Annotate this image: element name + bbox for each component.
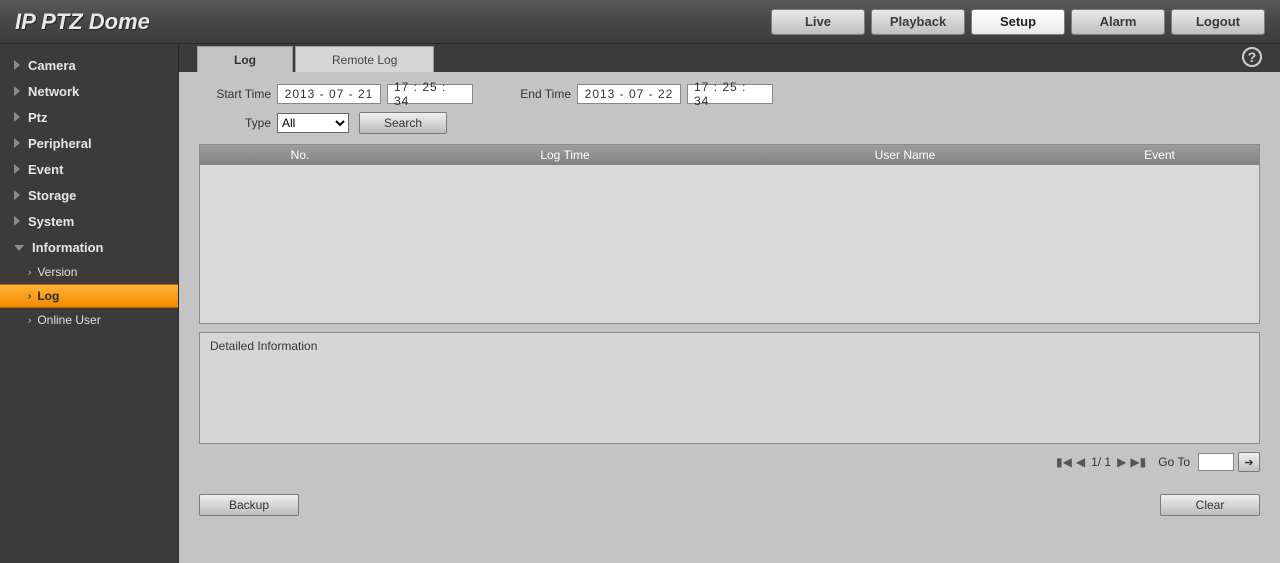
sidebar-sub-version[interactable]: › Version (0, 260, 178, 284)
tab-remote-log[interactable]: Remote Log (295, 46, 434, 72)
detail-title: Detailed Information (210, 339, 317, 353)
chevron-right-icon: › (28, 315, 31, 326)
sidebar-item-label: Information (32, 240, 104, 255)
sidebar: Camera Network Ptz Peripheral Event Stor… (0, 44, 178, 563)
pager-prev-icon[interactable]: ◀ (1076, 455, 1085, 469)
start-time-label: Start Time (199, 87, 271, 101)
chevron-right-icon (14, 112, 20, 122)
sidebar-item-event[interactable]: Event (0, 156, 178, 182)
search-button[interactable]: Search (359, 112, 447, 134)
sidebar-item-label: System (28, 214, 74, 229)
end-time-input[interactable]: 17 : 25 : 34 (687, 84, 773, 104)
col-header-log-time: Log Time (400, 148, 730, 162)
chevron-right-icon (14, 60, 20, 70)
sidebar-item-peripheral[interactable]: Peripheral (0, 130, 178, 156)
type-label: Type (199, 116, 271, 130)
sidebar-sub-log[interactable]: › Log (0, 284, 178, 308)
sidebar-item-label: Ptz (28, 110, 48, 125)
start-time-input[interactable]: 17 : 25 : 34 (387, 84, 473, 104)
pager-next-icon[interactable]: ▶ (1117, 455, 1126, 469)
nav-live[interactable]: Live (771, 9, 865, 35)
sidebar-item-label: Storage (28, 188, 76, 203)
sidebar-sub-label: Log (37, 289, 59, 303)
sidebar-item-system[interactable]: System (0, 208, 178, 234)
chevron-right-icon (14, 86, 20, 96)
table-body[interactable] (200, 165, 1259, 323)
table-header: No. Log Time User Name Event (200, 145, 1259, 165)
sidebar-item-camera[interactable]: Camera (0, 52, 178, 78)
sidebar-item-network[interactable]: Network (0, 78, 178, 104)
pager: ▮◀ ◀ 1/ 1 ▶ ▶▮ Go To ➔ (199, 452, 1260, 472)
chevron-right-icon (14, 216, 20, 226)
clear-button[interactable]: Clear (1160, 494, 1260, 516)
sidebar-item-label: Network (28, 84, 79, 99)
top-nav: Live Playback Setup Alarm Logout (771, 9, 1265, 35)
sidebar-sub-label: Version (37, 265, 77, 279)
pager-first-icon[interactable]: ▮◀ (1056, 455, 1072, 469)
sidebar-item-storage[interactable]: Storage (0, 182, 178, 208)
backup-button[interactable]: Backup (199, 494, 299, 516)
sidebar-item-label: Event (28, 162, 63, 177)
content-area: Log Remote Log ? Start Time 2013 - 07 - … (178, 44, 1280, 563)
sidebar-item-ptz[interactable]: Ptz (0, 104, 178, 130)
brand-title: IP PTZ Dome (15, 9, 771, 35)
sidebar-item-label: Peripheral (28, 136, 92, 151)
col-header-event: Event (1080, 148, 1259, 162)
chevron-down-icon (14, 245, 24, 251)
type-select[interactable]: All (277, 113, 349, 133)
arrow-right-icon: ➔ (1244, 456, 1253, 469)
col-header-user-name: User Name (730, 148, 1080, 162)
nav-setup[interactable]: Setup (971, 9, 1065, 35)
pager-count: 1/ 1 (1091, 455, 1111, 469)
help-icon[interactable]: ? (1242, 47, 1262, 67)
start-date-input[interactable]: 2013 - 07 - 21 (277, 84, 381, 104)
chevron-right-icon (14, 164, 20, 174)
chevron-right-icon: › (28, 291, 31, 302)
nav-alarm[interactable]: Alarm (1071, 9, 1165, 35)
end-date-input[interactable]: 2013 - 07 - 22 (577, 84, 681, 104)
filter-section: Start Time 2013 - 07 - 21 17 : 25 : 34 E… (199, 84, 1260, 134)
chevron-right-icon (14, 138, 20, 148)
header-bar: IP PTZ Dome Live Playback Setup Alarm Lo… (0, 0, 1280, 44)
tab-log[interactable]: Log (197, 46, 293, 72)
chevron-right-icon: › (28, 267, 31, 278)
tab-strip: Log Remote Log ? (179, 44, 1280, 72)
end-time-label: End Time (515, 87, 571, 101)
sidebar-sub-label: Online User (37, 313, 100, 327)
chevron-right-icon (14, 190, 20, 200)
log-table: No. Log Time User Name Event (199, 144, 1260, 324)
goto-button[interactable]: ➔ (1238, 452, 1260, 472)
nav-playback[interactable]: Playback (871, 9, 965, 35)
nav-logout[interactable]: Logout (1171, 9, 1265, 35)
pager-last-icon[interactable]: ▶▮ (1130, 455, 1146, 469)
sidebar-item-information[interactable]: Information (0, 234, 178, 260)
goto-label: Go To (1158, 455, 1190, 469)
col-header-no: No. (200, 148, 400, 162)
goto-input[interactable] (1198, 453, 1234, 471)
sidebar-item-label: Camera (28, 58, 76, 73)
detail-info-box: Detailed Information (199, 332, 1260, 444)
sidebar-sub-online-user[interactable]: › Online User (0, 308, 178, 332)
